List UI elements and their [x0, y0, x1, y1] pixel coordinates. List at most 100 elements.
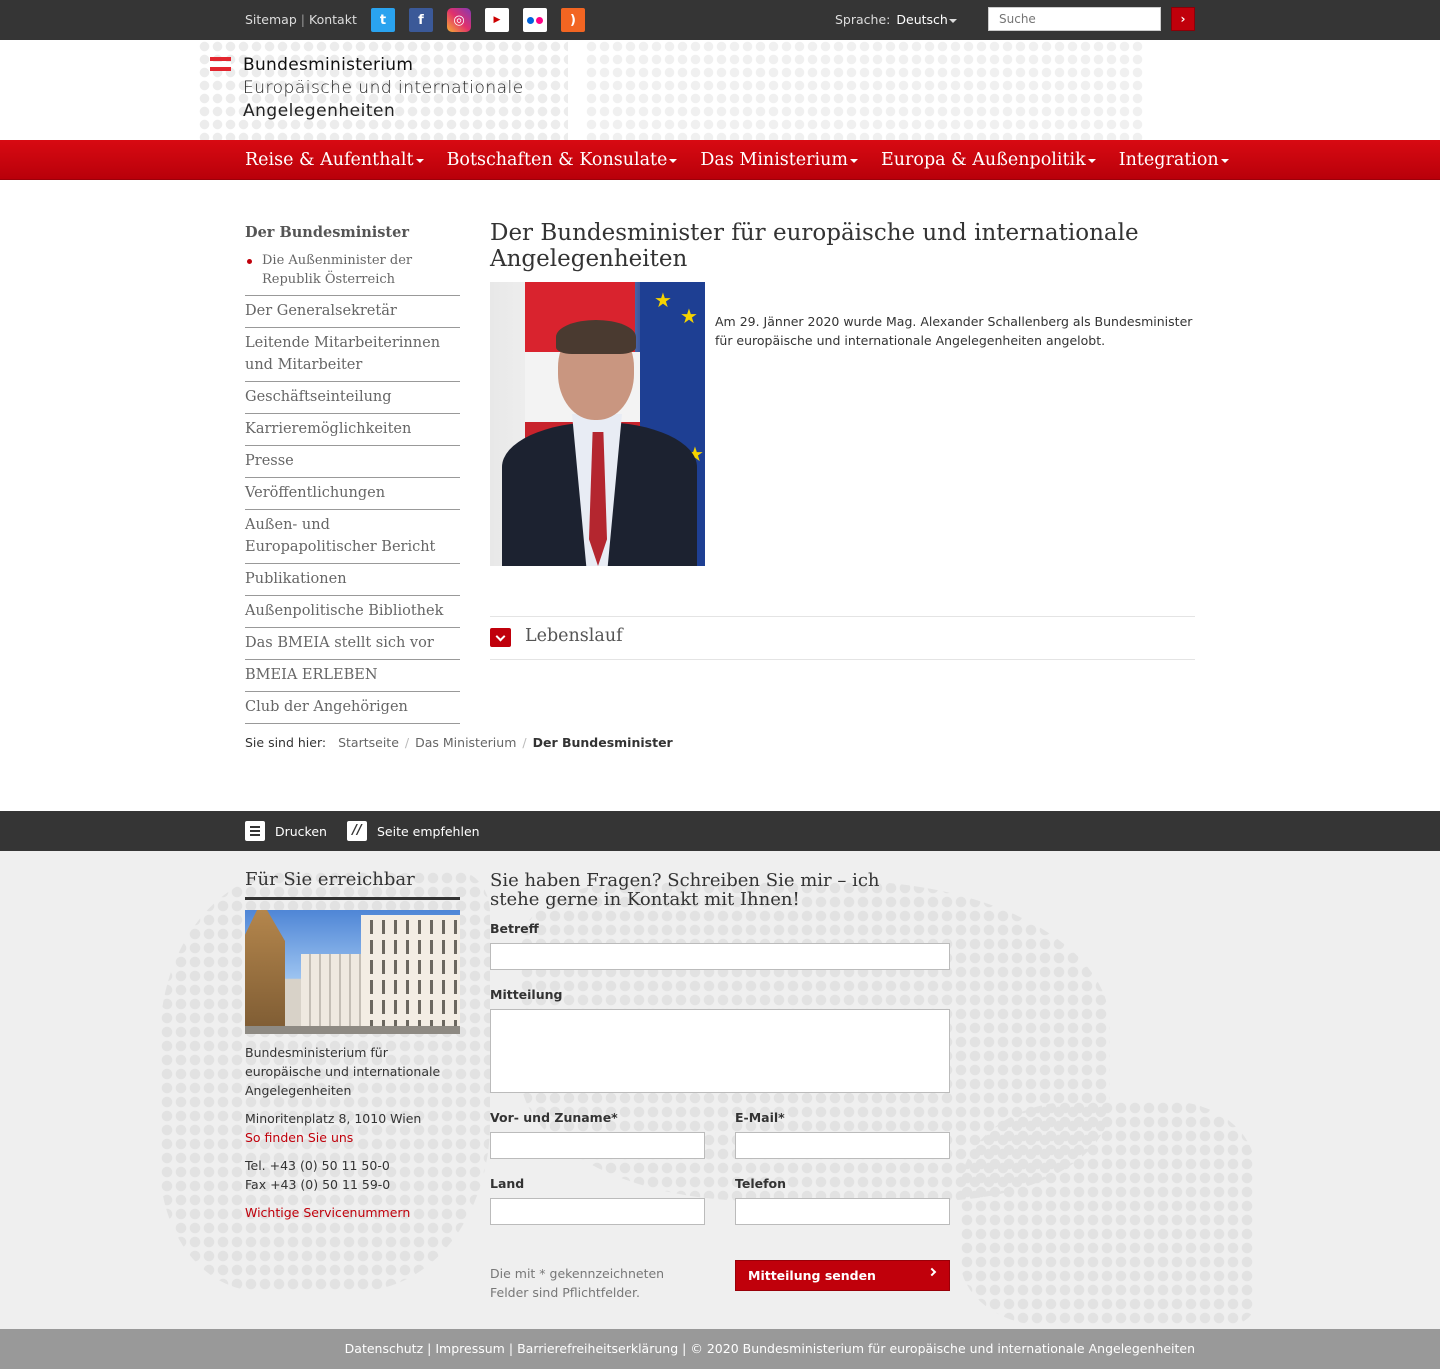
- print-icon: [245, 821, 265, 841]
- service-numbers-link[interactable]: Wichtige Servicenummern: [245, 1205, 410, 1220]
- country-input[interactable]: [490, 1198, 705, 1225]
- chevron-right-icon: [927, 1267, 937, 1277]
- sidenav-active-item[interactable]: Der Bundesminister: [245, 224, 460, 241]
- chevron-down-icon[interactable]: [490, 628, 511, 647]
- main-navigation: Reise & Aufenthalt Botschaften & Konsula…: [0, 140, 1440, 180]
- social-links: t f ◎ ▶ ): [371, 8, 585, 32]
- sidenav-item[interactable]: Karrieremöglichkeiten: [245, 414, 460, 446]
- sidenav-item[interactable]: BMEIA ERLEBEN: [245, 660, 460, 692]
- breadcrumb: Sie sind hier: Startseite / Das Ministeriu…: [245, 735, 673, 750]
- barrierefreiheit-link[interactable]: Barrierefreiheitserklärung: [517, 1341, 678, 1356]
- nav-reise-aufenthalt[interactable]: Reise & Aufenthalt: [245, 140, 424, 180]
- directions-link[interactable]: So finden Sie uns: [245, 1130, 353, 1145]
- language-value[interactable]: Deutsch: [896, 12, 947, 27]
- contact-address: Bundesministerium für europäische und in…: [245, 1043, 460, 1222]
- article: Der Bundesminister für europäische und i…: [490, 220, 1195, 660]
- decorative-dot-map: [960, 1101, 1255, 1326]
- sidenav-item[interactable]: Außenpolitische Bibliothek: [245, 596, 460, 628]
- caret-down-icon: [850, 158, 858, 163]
- top-bar: Sitemap | Kontakt t f ◎ ▶ ) Sprache: Deutsc…: [0, 0, 1440, 40]
- caret-down-icon: [1087, 158, 1096, 163]
- copyright: © 2020 Bundesministerium für europäische…: [690, 1341, 1195, 1356]
- nav-europa-aussenpolitik[interactable]: Europa & Außenpolitik: [881, 140, 1096, 180]
- twitter-icon[interactable]: t: [371, 8, 395, 32]
- message-textarea[interactable]: [490, 1009, 950, 1093]
- subject-label: Betreff: [490, 921, 539, 936]
- phone-input[interactable]: [735, 1198, 950, 1225]
- send-label: Mitteilung senden: [748, 1268, 876, 1283]
- caret-down-icon: [669, 158, 678, 163]
- email-label: E-Mail*: [735, 1110, 785, 1125]
- header: Bundesministerium Europäische und intern…: [0, 40, 1440, 140]
- chevron-right-icon: ›: [1180, 12, 1186, 26]
- subject-input[interactable]: [490, 943, 950, 970]
- sidenav-item[interactable]: Außen- und Europapolitischer Bericht: [245, 510, 460, 564]
- kontakt-link[interactable]: Kontakt: [309, 12, 357, 27]
- sitemap-link[interactable]: Sitemap: [245, 12, 297, 27]
- sidenav-item[interactable]: Leitende Mitarbeiterinnen und Mitarbeite…: [245, 328, 460, 382]
- print-label: Drucken: [275, 823, 327, 839]
- breadcrumb-current: Der Bundesminister: [532, 735, 673, 750]
- search-input[interactable]: [988, 7, 1161, 31]
- rss-icon[interactable]: ): [561, 8, 585, 32]
- accordion-label[interactable]: Lebenslauf: [525, 626, 623, 646]
- recommend-label: Seite empfehlen: [377, 823, 480, 839]
- youtube-icon[interactable]: ▶: [485, 8, 509, 32]
- breadcrumb-das-ministerium[interactable]: Das Ministerium: [415, 735, 516, 750]
- org-name: Bundesministerium für europäische und in…: [245, 1045, 441, 1098]
- logo-line-3: Angelegenheiten: [243, 101, 396, 121]
- sidenav-item[interactable]: Publikationen: [245, 564, 460, 596]
- name-label: Vor- und Zuname*: [490, 1110, 618, 1125]
- nav-botschaften-konsulate[interactable]: Botschaften & Konsulate: [447, 140, 678, 180]
- contact-footer: Für Sie erreichbar Bundesministerium für…: [0, 851, 1440, 1329]
- country-label: Land: [490, 1176, 525, 1191]
- austria-flag-icon: [210, 57, 231, 71]
- breadcrumb-lead: Sie sind hier:: [245, 735, 327, 750]
- instagram-icon[interactable]: ◎: [447, 8, 471, 32]
- sidenav-item[interactable]: Presse: [245, 446, 460, 478]
- nav-integration[interactable]: Integration: [1119, 140, 1229, 180]
- share-icon: //: [347, 821, 367, 841]
- sidenav-item[interactable]: Club der Angehörigen: [245, 692, 460, 724]
- message-label: Mitteilung: [490, 987, 563, 1002]
- separator: |: [300, 12, 305, 27]
- form-heading: Sie haben Fragen? Schreiben Sie mir – ic…: [490, 870, 880, 910]
- recommend-page-button[interactable]: // Seite empfehlen: [347, 821, 480, 841]
- contact-column: Für Sie erreichbar Bundesministerium für…: [245, 869, 460, 1231]
- print-button[interactable]: Drucken: [245, 821, 327, 841]
- impressum-link[interactable]: Impressum: [435, 1341, 504, 1356]
- caret-down-icon: [415, 158, 424, 163]
- page-tools-bar: Drucken // Seite empfehlen: [0, 811, 1440, 851]
- sidenav-item[interactable]: Der Generalsekretär: [245, 296, 460, 328]
- side-navigation: Der Bundesminister Die Außenminister der…: [245, 224, 460, 724]
- send-message-button[interactable]: Mitteilung senden: [735, 1260, 950, 1291]
- lebenslauf-accordion[interactable]: Lebenslauf: [490, 616, 1195, 660]
- breadcrumb-startseite[interactable]: Startseite: [338, 735, 399, 750]
- minister-portrait: ★ ★ ★: [490, 282, 705, 566]
- flickr-icon[interactable]: [523, 8, 547, 32]
- sidenav-item[interactable]: Das BMEIA stellt sich vor: [245, 628, 460, 660]
- phone-number: Tel. +43 (0) 50 11 50-0: [245, 1158, 390, 1173]
- language-label: Sprache:: [835, 12, 891, 27]
- sidenav-subitem[interactable]: Die Außenminister der Republik Österreic…: [245, 251, 460, 296]
- phone-label: Telefon: [735, 1176, 787, 1191]
- fax-number: Fax +43 (0) 50 11 59-0: [245, 1177, 391, 1192]
- page-title: Der Bundesminister für europäische und i…: [490, 220, 1139, 272]
- contact-heading: Für Sie erreichbar: [245, 869, 460, 900]
- sidenav-item[interactable]: Veröffentlichungen: [245, 478, 460, 510]
- contact-form: Sie haben Fragen? Schreiben Sie mir – ic…: [490, 870, 950, 1300]
- ministry-building-photo: [245, 910, 460, 1034]
- language-selector[interactable]: Sprache: Deutsch: [835, 12, 957, 27]
- facebook-icon[interactable]: f: [409, 8, 433, 32]
- search-submit-button[interactable]: ›: [1171, 7, 1195, 31]
- logo-line-1: Bundesministerium: [243, 55, 414, 75]
- logo-line-2: Europäische und internationale: [243, 78, 524, 98]
- legal-footer: Datenschutz | Impressum | Barrierefreiheitse…: [0, 1329, 1440, 1369]
- caret-down-icon: [948, 18, 957, 23]
- nav-das-ministerium[interactable]: Das Ministerium: [700, 140, 858, 180]
- datenschutz-link[interactable]: Datenschutz: [345, 1341, 424, 1356]
- sidenav-item[interactable]: Geschäftseinteilung: [245, 382, 460, 414]
- utility-links: Sitemap | Kontakt: [245, 12, 357, 27]
- name-input[interactable]: [490, 1132, 705, 1159]
- email-input[interactable]: [735, 1132, 950, 1159]
